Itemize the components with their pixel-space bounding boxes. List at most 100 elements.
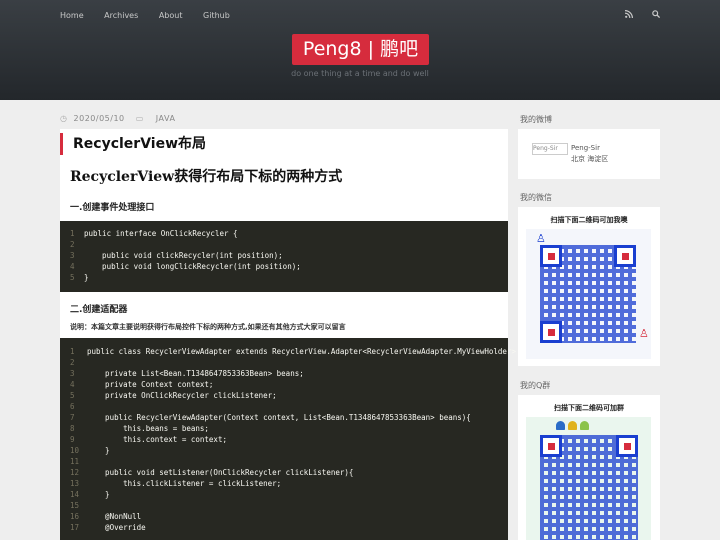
qq-group-caption: 扫描下面二维码可加群	[554, 404, 624, 412]
code-line: 16 @NonNull	[60, 511, 508, 522]
line-number: 15	[70, 501, 80, 510]
person-icon: ♙	[639, 327, 649, 340]
site-tagline: do one thing at a time and do well	[291, 69, 429, 78]
wechat-caption: 扫描下面二维码可加我噢	[550, 216, 628, 224]
qr-finder-pattern	[540, 245, 562, 267]
line-number: 10	[70, 446, 80, 455]
line-number: 1	[70, 229, 75, 238]
code-line: 5 private OnClickRecycler clickListener;	[60, 390, 508, 401]
ghost-icon	[568, 421, 577, 430]
site-logo[interactable]: Peng8 | 鹏吧	[292, 34, 429, 65]
code-line: 2	[60, 239, 508, 250]
code-line: 7 public RecyclerViewAdapter(Context con…	[60, 412, 508, 423]
line-number: 17	[70, 523, 80, 532]
code-line: 1 public interface OnClickRecycler {	[60, 228, 508, 239]
post-category[interactable]: JAVA	[156, 114, 176, 123]
code-line: 8 this.beans = beans;	[60, 423, 508, 434]
line-number: 2	[70, 240, 75, 249]
code-line: 10 }	[60, 445, 508, 456]
line-number: 4	[70, 262, 75, 271]
code-text: @Override	[87, 523, 146, 532]
line-number: 11	[70, 457, 80, 466]
line-number: 3	[70, 369, 75, 378]
code-text: public void setListener(OnClickRecycler …	[87, 468, 354, 477]
ghost-icon	[556, 421, 565, 430]
line-number: 1	[70, 347, 75, 356]
code-line: 4 public void longClickRecycler(int posi…	[60, 261, 508, 272]
code-text: this.context = context;	[87, 435, 227, 444]
code-text: public interface OnClickRecycler {	[84, 229, 238, 238]
line-number: 14	[70, 490, 80, 499]
folder-icon: ▭	[135, 114, 144, 123]
line-number: 6	[70, 402, 75, 411]
nav-item-home[interactable]: Home	[60, 11, 84, 20]
weibo-title: 我的微博	[520, 115, 552, 124]
code-text: private OnClickRecycler clickListener;	[87, 391, 277, 400]
qr-finder-pattern	[614, 245, 636, 267]
section-heading-1: 一.创建事件处理接口	[70, 203, 155, 213]
code-line: 15	[60, 500, 508, 511]
nav-item-about[interactable]: About	[159, 11, 183, 20]
rss-icon[interactable]	[625, 10, 636, 21]
wechat-title: 我的微信	[520, 193, 552, 202]
code-line: 3 private List<Bean.T1348647853363Bean> …	[60, 368, 508, 379]
code-line: 6	[60, 401, 508, 412]
weibo-location: 北京 海淀区	[571, 155, 609, 163]
line-number: 2	[70, 358, 75, 367]
code-text: }	[87, 446, 110, 455]
post-date: 2020/05/10	[73, 114, 125, 123]
code-line: 5}	[60, 272, 508, 283]
qr-finder-pattern	[540, 435, 562, 457]
code-block-2: 1 public class RecyclerViewAdapter extend…	[60, 338, 525, 540]
code-text: this.clickListener = clickListener;	[87, 479, 282, 488]
line-number: 9	[70, 435, 75, 444]
ghost-icon	[580, 421, 589, 430]
line-number: 12	[70, 468, 80, 477]
site-header: Home Archives About Github Peng8 | 鹏吧 do…	[0, 0, 720, 100]
post-note: 说明：本篇文章主要说明获得行布局控件下标的两种方式,如果还有其他方式大家可以留言	[70, 323, 346, 331]
code-text: public void longClickRecycler(int positi…	[84, 262, 301, 271]
nav-item-archives[interactable]: Archives	[104, 11, 138, 20]
code-line: 13 this.clickListener = clickListener;	[60, 478, 508, 489]
clock-icon: ◷	[60, 114, 68, 123]
post-title[interactable]: RecyclerView布局	[60, 133, 206, 155]
code-line: 12 public void setListener(OnClickRecycl…	[60, 467, 508, 478]
line-number: 5	[70, 391, 75, 400]
wechat-card: 扫描下面二维码可加我噢 ♙ ♙	[518, 207, 660, 366]
code-line: 9 this.context = context;	[60, 434, 508, 445]
post-heading: RecyclerView获得行布局下标的两种方式	[70, 169, 343, 185]
section-heading-2: 二.创建适配器	[70, 305, 128, 315]
weibo-name[interactable]: Peng-Sir	[571, 144, 600, 152]
post-meta: ◷ 2020/05/10 ▭ JAVA	[60, 114, 175, 123]
line-number: 3	[70, 251, 75, 260]
code-text: public void clickRecycler(int position);	[84, 251, 283, 260]
code-text: }	[84, 273, 89, 282]
person-icon: ♙	[536, 232, 546, 245]
line-number: 16	[70, 512, 80, 521]
qq-group-qr-code	[526, 417, 651, 540]
code-line: 1 public class RecyclerViewAdapter extend…	[60, 346, 525, 357]
qr-finder-pattern	[540, 321, 562, 343]
code-line: 2	[60, 357, 508, 368]
code-line: 4 private Context context;	[60, 379, 508, 390]
line-number: 5	[70, 273, 75, 282]
top-nav: Home Archives About Github	[60, 11, 248, 20]
code-text: private Context context;	[87, 380, 214, 389]
search-icon[interactable]	[652, 10, 661, 21]
code-line: 17 @Override	[60, 522, 508, 533]
line-number: 8	[70, 424, 75, 433]
line-number: 4	[70, 380, 75, 389]
code-line: 3 public void clickRecycler(int position…	[60, 250, 508, 261]
qr-finder-pattern	[616, 435, 638, 457]
line-number: 13	[70, 479, 80, 488]
wechat-qr-code: ♙ ♙	[526, 229, 651, 359]
weibo-avatar[interactable]: Peng-Sir	[532, 143, 568, 155]
code-text: @NonNull	[87, 512, 142, 521]
qq-group-card: 扫描下面二维码可加群	[518, 395, 660, 540]
weibo-card: Peng-Sir Peng-Sir 北京 海淀区	[518, 129, 660, 179]
code-block-1: 1 public interface OnClickRecycler { 2 3 …	[60, 221, 508, 292]
code-text: this.beans = beans;	[87, 424, 209, 433]
code-text: }	[87, 490, 110, 499]
code-text: private List<Bean.T1348647853363Bean> be…	[87, 369, 304, 378]
nav-item-github[interactable]: Github	[203, 11, 230, 20]
